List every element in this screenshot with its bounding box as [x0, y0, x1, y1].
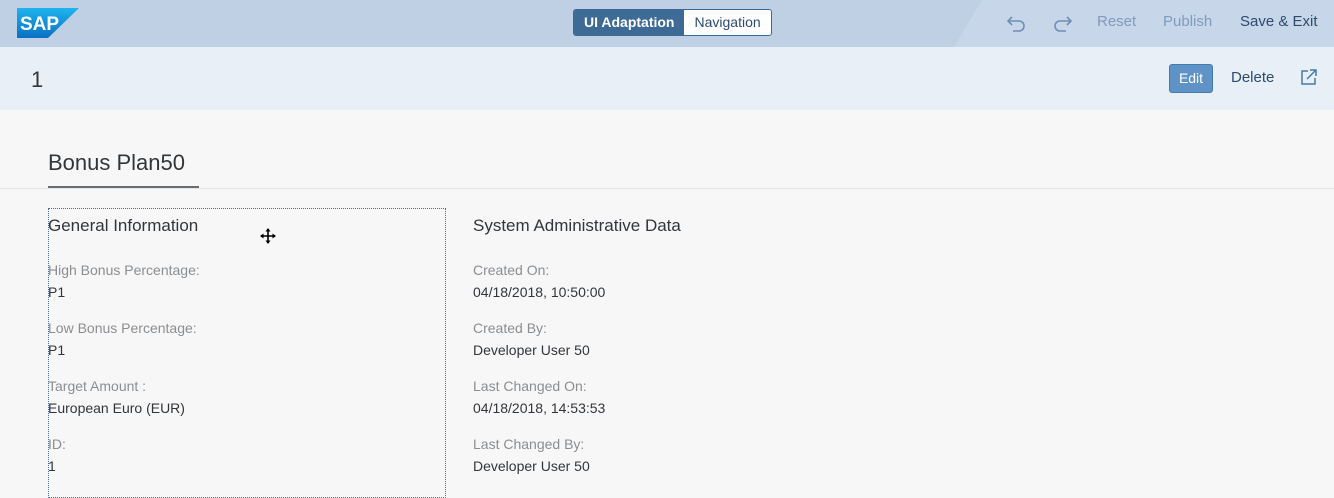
field-value-created-by: Developer User 50	[473, 342, 590, 358]
field-label-high-bonus: High Bonus Percentage:	[48, 262, 200, 278]
publish-button[interactable]: Publish	[1163, 13, 1212, 31]
section-divider	[0, 188, 1334, 189]
field-label-id: ID:	[48, 436, 66, 452]
object-header: 1 Edit Delete	[0, 47, 1334, 110]
field-value-high-bonus: P1	[48, 284, 66, 300]
field-label-created-on: Created On:	[473, 262, 550, 278]
general-information-group[interactable]	[48, 208, 446, 498]
field-value-last-changed-on: 04/18/2018, 14:53:53	[473, 400, 606, 416]
object-title: 1	[31, 67, 44, 92]
sap-logo: SAP	[17, 8, 79, 38]
delete-button[interactable]: Delete	[1231, 69, 1274, 86]
sap-logo-text: SAP	[20, 14, 59, 35]
redo-icon[interactable]	[1051, 12, 1073, 34]
tab-navigation[interactable]: Navigation	[684, 10, 771, 35]
field-label-last-changed-by: Last Changed By:	[473, 436, 585, 452]
field-value-target-amount: European Euro (EUR)	[48, 400, 185, 416]
adaptation-toolbar: SAP UI Adaptation Navigation Reset Publi…	[0, 0, 1334, 47]
field-label-low-bonus: Low Bonus Percentage:	[48, 320, 197, 336]
field-value-created-on: 04/18/2018, 10:50:00	[473, 284, 606, 300]
field-value-last-changed-by: Developer User 50	[473, 458, 590, 474]
mode-switch: UI Adaptation Navigation	[573, 9, 772, 36]
general-information-title: General Information	[48, 216, 199, 235]
share-icon[interactable]	[1299, 67, 1319, 87]
field-value-id: 1	[48, 458, 56, 474]
edit-button[interactable]: Edit	[1169, 64, 1213, 93]
field-label-last-changed-on: Last Changed On:	[473, 378, 587, 394]
tab-ui-adaptation[interactable]: UI Adaptation	[574, 10, 685, 35]
save-exit-button[interactable]: Save & Exit	[1240, 13, 1318, 31]
reset-button[interactable]: Reset	[1097, 13, 1136, 31]
move-cursor-icon	[260, 228, 276, 244]
system-admin-data-title: System Administrative Data	[473, 216, 681, 235]
undo-icon[interactable]	[1006, 12, 1028, 34]
field-label-created-by: Created By:	[473, 320, 547, 336]
field-value-low-bonus: P1	[48, 342, 66, 358]
field-label-target-amount: Target Amount :	[48, 378, 147, 394]
section-title[interactable]: Bonus Plan50	[48, 150, 185, 176]
